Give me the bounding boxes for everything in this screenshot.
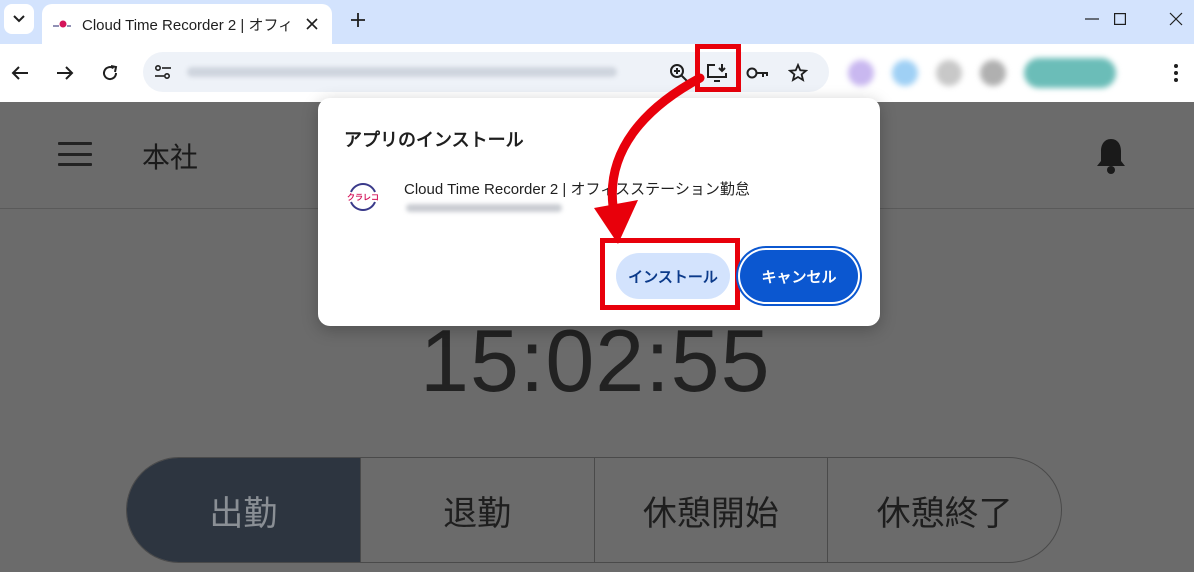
new-tab-button[interactable] [344, 6, 372, 34]
reload-icon [103, 65, 118, 81]
close-icon [1169, 12, 1183, 26]
close-icon [306, 18, 318, 30]
window-close-button[interactable] [1156, 4, 1194, 34]
office-name: 本社 [142, 141, 199, 174]
url-text-blurred [187, 67, 617, 77]
maximize-button[interactable] [1100, 4, 1140, 34]
back-button[interactable] [4, 57, 36, 89]
zoom-button[interactable] [666, 60, 692, 86]
punch-actions: 出勤 退勤 休憩開始 休憩終了 [126, 457, 1062, 563]
clock-out-button[interactable]: 退勤 [359, 458, 594, 562]
more-vert-icon [1174, 64, 1178, 82]
app-logo: クラレコ [347, 183, 379, 211]
bookmark-button[interactable] [785, 60, 811, 86]
extension-icon[interactable] [892, 60, 918, 86]
svg-text:クラレコ: クラレコ [347, 192, 379, 202]
maximize-icon [1114, 13, 1126, 25]
menu-icon[interactable] [58, 142, 92, 166]
key-icon [746, 67, 768, 79]
extension-icon[interactable] [936, 60, 962, 86]
star-icon [788, 63, 808, 82]
browser-menu-button[interactable] [1166, 58, 1186, 88]
cancel-button[interactable]: キャンセル [740, 250, 858, 302]
app-url-blurred [406, 204, 562, 212]
bell-icon[interactable] [1094, 136, 1128, 176]
tab-strip: Cloud Time Recorder 2 | オフィス [0, 0, 1194, 44]
plus-icon [351, 13, 365, 27]
tune-icon [155, 65, 171, 79]
install-icon-highlight [695, 44, 741, 92]
extension-icon[interactable] [848, 60, 874, 86]
forward-button[interactable] [49, 57, 81, 89]
password-manager-button[interactable] [745, 60, 771, 86]
dialog-title: アプリのインストール [344, 130, 524, 151]
app-favicon-icon [53, 20, 71, 28]
extension-icon[interactable] [980, 60, 1006, 86]
browser-toolbar [0, 44, 1194, 102]
install-button-highlight [600, 238, 740, 310]
close-tab-button[interactable] [302, 14, 322, 34]
chevron-down-icon [13, 15, 25, 23]
active-tab[interactable]: Cloud Time Recorder 2 | オフィス [42, 4, 332, 44]
zoom-in-icon [670, 64, 688, 82]
reload-button[interactable] [94, 57, 126, 89]
install-app-dialog: アプリのインストール クラレコ Cloud Time Recorder 2 | … [318, 98, 880, 326]
break-end-button[interactable]: 休憩終了 [827, 458, 1061, 562]
site-info-button[interactable] [151, 60, 175, 84]
extensions-area [838, 50, 1150, 96]
tab-search-button[interactable] [4, 4, 34, 34]
profile-button[interactable] [1024, 58, 1116, 88]
clock-in-button[interactable]: 出勤 [127, 458, 360, 562]
break-start-button[interactable]: 休憩開始 [593, 458, 828, 562]
arrow-right-icon [57, 66, 74, 80]
app-name: Cloud Time Recorder 2 | オフィスステーション勤怠 [404, 181, 750, 198]
arrow-left-icon [11, 66, 28, 80]
tab-title: Cloud Time Recorder 2 | オフィス [82, 16, 292, 34]
minimize-icon [1085, 18, 1099, 20]
address-bar[interactable] [143, 44, 829, 92]
